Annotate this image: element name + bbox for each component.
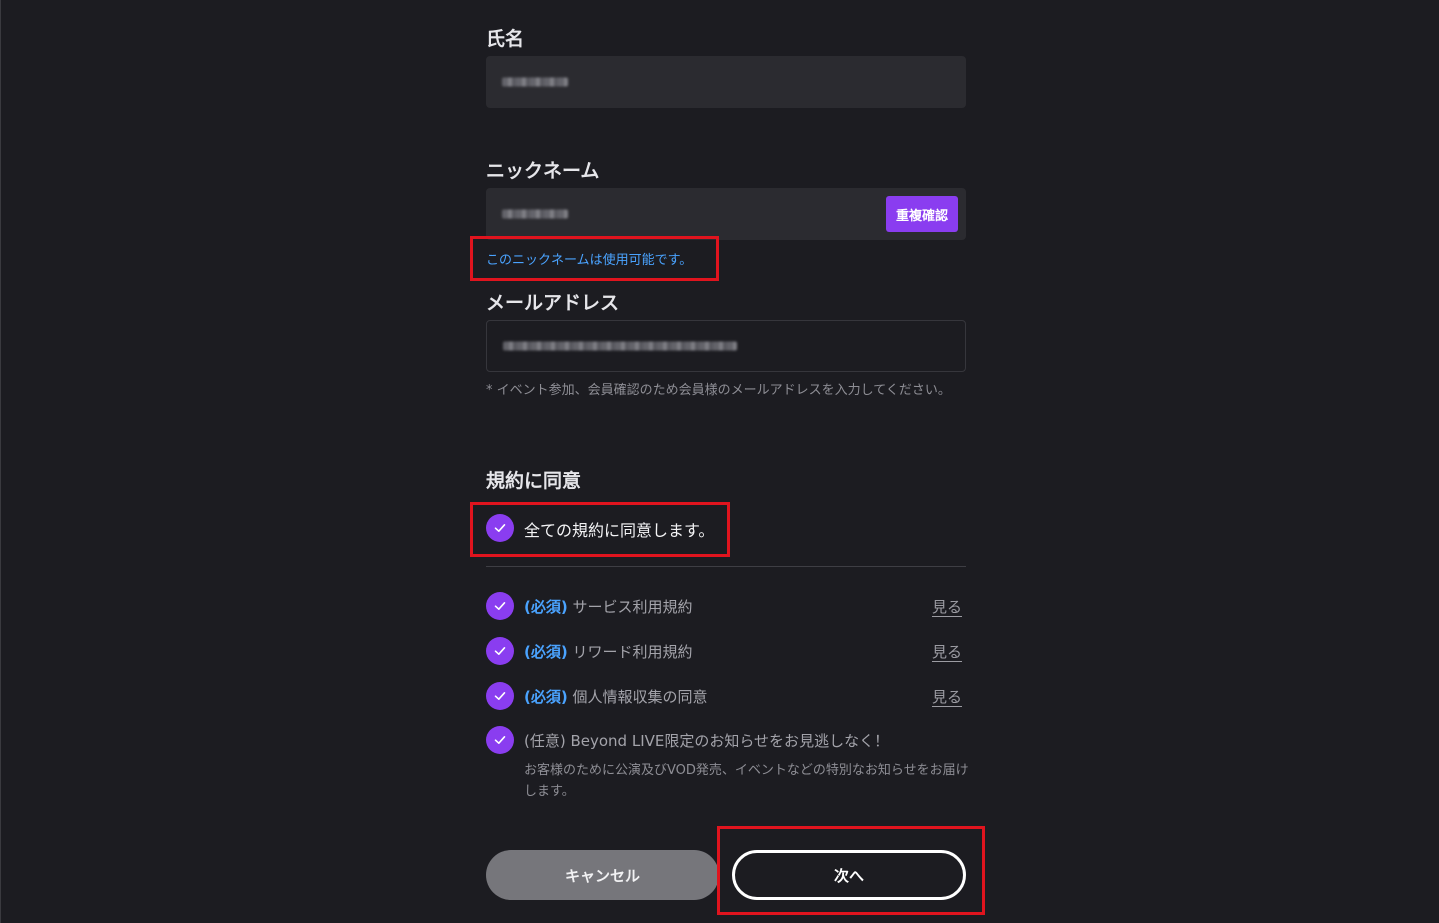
view-privacy-consent-link[interactable]: 見る bbox=[932, 686, 962, 707]
highlight-box-agree-all bbox=[470, 502, 730, 557]
optional-notice-description: お客様のために公演及びVOD発売、イベントなどの特別なお知らせをお届けします。 bbox=[524, 763, 969, 799]
check-icon bbox=[494, 602, 506, 610]
term-row-reward: (必須) リワード利用規約 見る bbox=[486, 637, 966, 665]
optional-notice-checkbox[interactable] bbox=[486, 726, 514, 754]
cancel-button[interactable]: キャンセル bbox=[486, 850, 719, 900]
view-service-terms-link[interactable]: 見る bbox=[932, 596, 962, 617]
highlight-box-nickname bbox=[470, 236, 719, 281]
term-row-privacy: (必須) 個人情報収集の同意 見る bbox=[486, 682, 966, 710]
duplicate-check-button[interactable]: 重複確認 bbox=[886, 196, 958, 232]
email-value-redacted bbox=[503, 341, 737, 351]
view-reward-terms-link[interactable]: 見る bbox=[932, 641, 962, 662]
email-field[interactable] bbox=[486, 320, 966, 372]
term-row-service: (必須) サービス利用規約 見る bbox=[486, 592, 966, 620]
check-icon bbox=[494, 647, 506, 655]
reward-terms-checkbox[interactable] bbox=[486, 637, 514, 665]
name-label: 氏名 bbox=[486, 28, 525, 50]
nickname-value-redacted bbox=[502, 209, 568, 219]
required-tag: (必須) bbox=[524, 598, 568, 616]
term-label-text: サービス利用規約 bbox=[572, 598, 693, 616]
highlight-box-next bbox=[717, 826, 985, 915]
term-label-text: 個人情報収集の同意 bbox=[572, 688, 708, 706]
nickname-field[interactable]: 重複確認 bbox=[486, 188, 966, 240]
check-icon bbox=[494, 736, 506, 744]
email-note: * イベント参加、会員確認のため会員様のメールアドレスを入力してください。 bbox=[486, 383, 951, 398]
terms-divider bbox=[486, 566, 966, 567]
nickname-label: ニックネーム bbox=[486, 160, 600, 182]
service-terms-label[interactable]: (必須) サービス利用規約 bbox=[524, 596, 693, 617]
optional-notice-label[interactable]: (任意) Beyond LIVE限定のお知らせをお見逃しなく！ bbox=[524, 730, 889, 751]
term-row-optional: (任意) Beyond LIVE限定のお知らせをお見逃しなく！ bbox=[486, 726, 966, 754]
required-tag: (必須) bbox=[524, 643, 568, 661]
terms-heading: 規約に同意 bbox=[486, 470, 582, 492]
registration-page: 氏名 ニックネーム 重複確認 このニックネームは使用可能です。 メールアドレス … bbox=[0, 0, 1439, 923]
privacy-consent-checkbox[interactable] bbox=[486, 682, 514, 710]
term-label-text: リワード利用規約 bbox=[572, 643, 693, 661]
privacy-consent-label[interactable]: (必須) 個人情報収集の同意 bbox=[524, 686, 708, 707]
name-value-redacted bbox=[502, 77, 568, 87]
check-icon bbox=[494, 692, 506, 700]
service-terms-checkbox[interactable] bbox=[486, 592, 514, 620]
name-field[interactable] bbox=[486, 56, 966, 108]
window-edge bbox=[0, 0, 1, 923]
reward-terms-label[interactable]: (必須) リワード利用規約 bbox=[524, 641, 693, 662]
required-tag: (必須) bbox=[524, 688, 568, 706]
email-label: メールアドレス bbox=[486, 292, 620, 314]
